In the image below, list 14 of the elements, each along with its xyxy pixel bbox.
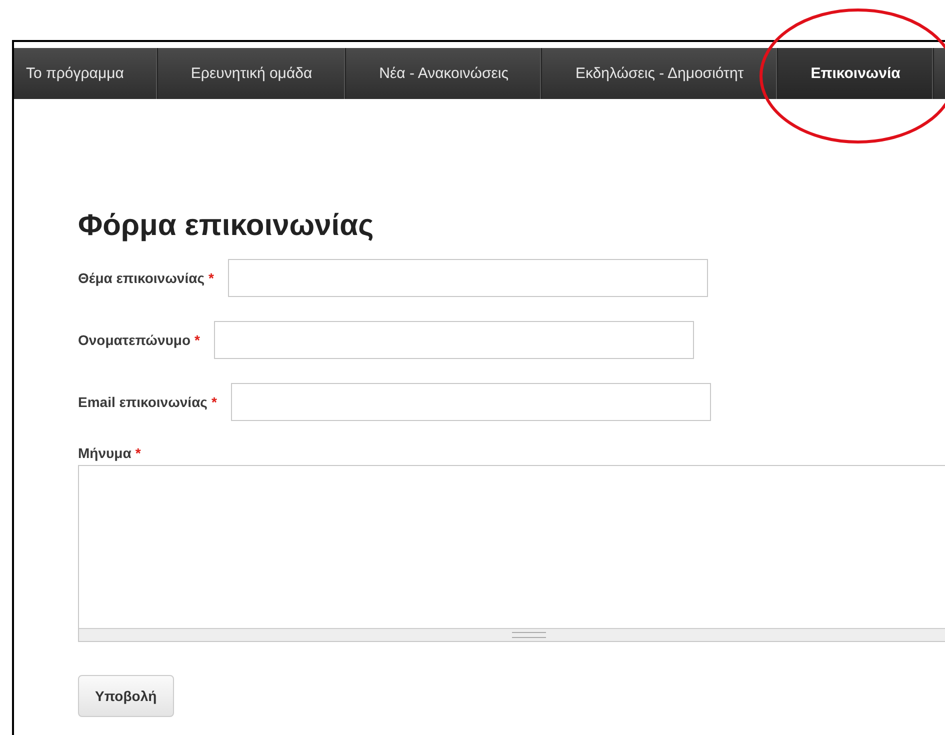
required-asterisk: * xyxy=(194,332,200,348)
field-label: Μήνυμα xyxy=(78,445,132,461)
nav-tab[interactable]: Νέα - Ανακοινώσεις xyxy=(346,48,542,99)
nav-tab[interactable]: Επικοινωνία xyxy=(778,48,934,99)
field-label: Email επικοινωνίας xyxy=(78,394,208,410)
required-asterisk: * xyxy=(211,394,217,410)
required-asterisk: * xyxy=(135,445,141,461)
required-asterisk: * xyxy=(208,270,214,286)
field-label: Ονοματεπώνυμο xyxy=(78,332,190,348)
nav-tab[interactable]: Το πρόγραμμα xyxy=(14,48,158,99)
form-title: Φόρμα επικοινωνίας xyxy=(78,209,375,243)
submit-button[interactable]: Υποβολή xyxy=(78,675,174,717)
field-label: Θέμα επικοινωνίας xyxy=(78,270,204,286)
nav-tab[interactable]: Ερευνητική ομάδα xyxy=(158,48,346,99)
